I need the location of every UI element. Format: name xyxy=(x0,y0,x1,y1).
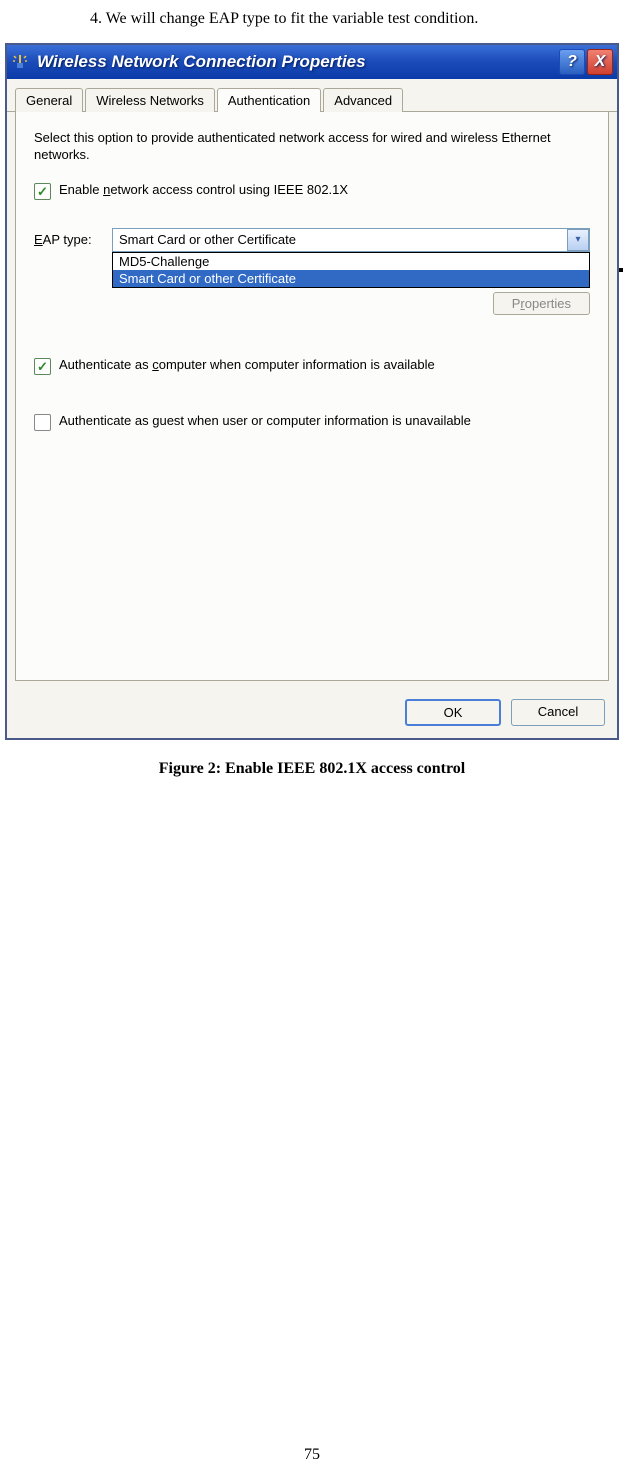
eap-type-label: EAP type: xyxy=(34,228,112,247)
dialog-window: Wireless Network Connection Properties ?… xyxy=(5,43,619,740)
eap-type-dropdown: MD5-Challenge Smart Card or other Certif… xyxy=(112,252,590,288)
ok-button[interactable]: OK xyxy=(405,699,501,726)
figure-caption: Figure 2: Enable IEEE 802.1X access cont… xyxy=(0,760,624,778)
tab-wireless-networks[interactable]: Wireless Networks xyxy=(85,88,215,112)
dropdown-item-smartcard[interactable]: Smart Card or other Certificate xyxy=(113,270,589,287)
dialog-body: General Wireless Networks Authentication… xyxy=(7,79,617,738)
close-button[interactable]: X xyxy=(587,49,613,75)
enable-8021x-checkbox[interactable] xyxy=(34,183,51,200)
chevron-down-icon[interactable]: ▾ xyxy=(567,229,589,251)
dropdown-item-md5[interactable]: MD5-Challenge xyxy=(113,253,589,270)
instruction-text: 4. We will change EAP type to fit the va… xyxy=(0,0,624,28)
window-title: Wireless Network Connection Properties xyxy=(37,52,366,72)
auth-as-computer-checkbox[interactable] xyxy=(34,358,51,375)
marker-dot xyxy=(619,268,623,272)
eap-type-combobox[interactable]: Smart Card or other Certificate ▾ xyxy=(112,228,590,252)
cancel-button[interactable]: Cancel xyxy=(511,699,605,726)
enable-8021x-label: Enable network access control using IEEE… xyxy=(59,182,348,197)
properties-button[interactable]: Properties xyxy=(493,292,590,315)
panel-description: Select this option to provide authentica… xyxy=(34,130,590,164)
help-button[interactable]: ? xyxy=(559,49,585,75)
tab-authentication[interactable]: Authentication xyxy=(217,88,321,112)
authentication-panel: Select this option to provide authentica… xyxy=(15,112,609,681)
wireless-icon xyxy=(11,52,31,72)
auth-as-guest-checkbox[interactable] xyxy=(34,414,51,431)
auth-as-computer-label: Authenticate as computer when computer i… xyxy=(59,357,435,372)
tab-strip: General Wireless Networks Authentication… xyxy=(7,79,617,112)
eap-type-value: Smart Card or other Certificate xyxy=(113,232,567,247)
tab-advanced[interactable]: Advanced xyxy=(323,88,403,112)
page-number: 75 xyxy=(0,1446,624,1464)
titlebar[interactable]: Wireless Network Connection Properties ?… xyxy=(7,45,617,79)
auth-as-guest-label: Authenticate as guest when user or compu… xyxy=(59,413,471,428)
tab-general[interactable]: General xyxy=(15,88,83,112)
